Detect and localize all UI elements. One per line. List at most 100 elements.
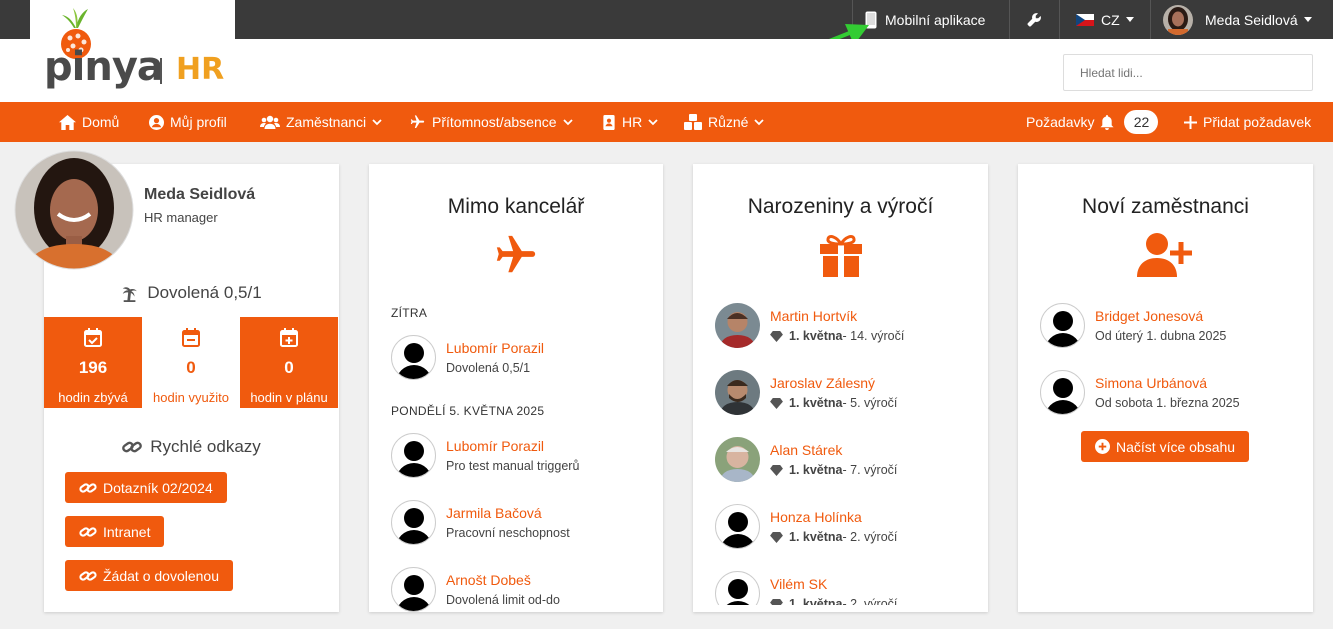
plus-circle-icon [1095,439,1110,454]
airplane-icon [410,115,425,128]
quick-link-label: Žádat o dovolenou [103,567,219,584]
person-name-link[interactable]: Vilém SK [770,576,897,592]
logo-suffix: HR [176,52,225,87]
avatar [1040,303,1085,348]
language-switcher[interactable]: CZ [1059,0,1150,39]
profile-photo[interactable] [14,150,134,270]
calendar-minus-icon [182,328,200,347]
avatar [391,433,436,478]
nav-employees[interactable]: Zaměstnanci [260,102,388,142]
home-icon [59,114,76,130]
person-name-link[interactable]: Alan Stárek [770,442,897,458]
nav-employees-label: Zaměstnanci [286,114,367,130]
nav-requests[interactable]: Požadavky 22 [1026,102,1159,142]
nav-profile[interactable]: Můj profil [149,102,227,142]
link-icon [79,526,97,537]
chevron-down-icon [1125,17,1134,22]
nav-attendance-label: Přítomnost/absence [432,114,557,130]
person-detail: Od úterý 1. dubna 2025 [1095,329,1227,343]
users-icon [260,115,280,129]
birthdays-card: Narozeniny a výročí Martin Hortvík 1. kv… [693,164,988,612]
anniversary-years: - 5. výročí [842,396,898,410]
list-item: Simona Urbánová Od sobota 1. března 2025 [1040,370,1240,415]
nav-hr[interactable]: HR [602,102,664,142]
anniversary-date: 1. května [789,463,843,477]
list-item: Jarmila Bačová Pracovní neschopnost [391,500,570,545]
diamond-icon [770,531,783,543]
section-label: ZÍTRA [391,306,428,320]
person-detail: Dovolená limit od-do [446,593,560,607]
main-nav: Domů Můj profil Zaměstnanci Přítomnost/a… [0,102,1333,142]
nav-requests-label: Požadavky [1026,114,1095,130]
stat-used-value: 0 [186,358,196,377]
avatar [391,335,436,380]
person-name-link[interactable]: Jarmila Bačová [446,505,570,521]
load-more-label: Načíst více obsahu [1116,438,1236,455]
person-name-link[interactable]: Honza Holínka [770,509,897,525]
vacation-title-text: Dovolená 0,5/1 [147,283,262,302]
person-name-link[interactable]: Lubomír Porazil [446,340,544,356]
search-input[interactable] [1063,54,1313,91]
person-name-link[interactable]: Martin Hortvík [770,308,904,324]
stat-remaining: 196 hodin zbývá [44,317,142,408]
nav-attendance[interactable]: Přítomnost/absence [409,102,579,142]
link-icon [79,570,97,581]
user-plus-icon [1137,233,1192,277]
birthday-list: Martin Hortvík 1. května - 14. výročí Ja… [693,293,988,605]
anniversary-info: 1. května - 2. výročí [770,530,897,544]
person-name-link[interactable]: Jaroslav Zálesný [770,375,897,391]
profile-name[interactable]: Meda Seidlová [144,186,255,204]
card-title: Narozeniny a výročí [747,195,934,218]
avatar [715,571,760,605]
anniversary-date: 1. května [789,530,843,544]
stat-planned-value: 0 [284,358,294,377]
avatar [715,303,760,348]
person-detail: Dovolená 0,5/1 [446,361,531,375]
stat-remaining-label: hodin zbývá [58,390,128,405]
chevron-down-icon [1303,17,1312,22]
person-name-link[interactable]: Bridget Jonesová [1095,308,1226,324]
person-detail: Pracovní neschopnost [446,526,570,540]
gift-icon [820,235,862,277]
logo[interactable]: pinya HR [30,0,235,102]
calendar-plus-icon [280,328,298,347]
plus-icon [1184,115,1197,129]
avatar [1040,370,1085,415]
quick-link-intranet[interactable]: Intranet [65,516,165,547]
out-of-office-card: Mimo kancelář ZÍTRA Lubomír Porazil Dovo… [369,164,663,612]
person-detail: Pro test manual triggerů [446,459,580,473]
mobile-app-link[interactable]: Mobilní aplikace [852,0,1009,39]
user-name: Meda Seidlová [1205,11,1298,28]
avatar [715,504,760,549]
list-item: Lubomír Porazil Dovolená 0,5/1 [391,335,544,380]
person-name-link[interactable]: Simona Urbánová [1095,375,1240,391]
logo-text: pinya [44,44,164,90]
person-name-link[interactable]: Arnošt Dobeš [446,572,560,588]
load-more-button[interactable]: Načíst více obsahu [1081,431,1250,462]
user-menu[interactable]: Meda Seidlová [1150,0,1333,39]
logo-separator [160,58,162,84]
quick-links-title-text: Rychlé odkazy [150,437,261,456]
user-circle-icon [149,114,164,130]
quick-link-vacation-request[interactable]: Žádat o dovolenou [65,560,233,591]
list-item: Martin Hortvík 1. května - 14. výročí [715,303,904,348]
add-request-button[interactable]: Přidat požadavek [1184,102,1311,142]
settings-link[interactable] [1009,0,1059,39]
address-book-icon [603,114,615,130]
anniversary-date: 1. května [789,396,843,410]
quick-link-questionnaire[interactable]: Dotazník 02/2024 [65,472,227,503]
list-item: Bridget Jonesová Od úterý 1. dubna 2025 [1040,303,1226,348]
nav-home-label: Domů [82,114,120,130]
vacation-title: Dovolená 0,5/1 [44,283,339,303]
language-label: CZ [1101,11,1120,28]
anniversary-info: 1. května - 14. výročí [770,329,904,343]
nav-home[interactable]: Domů [59,102,119,142]
wrench-icon [1027,13,1041,27]
anniversary-date: 1. května [789,329,843,343]
list-item: Honza Holínka 1. května - 2. výročí [715,504,897,549]
mobile-app-label: Mobilní aplikace [885,11,986,28]
person-name-link[interactable]: Lubomír Porazil [446,438,579,454]
cubes-icon [684,114,702,130]
nav-hr-label: HR [622,114,643,130]
nav-misc[interactable]: Různé [684,102,770,142]
